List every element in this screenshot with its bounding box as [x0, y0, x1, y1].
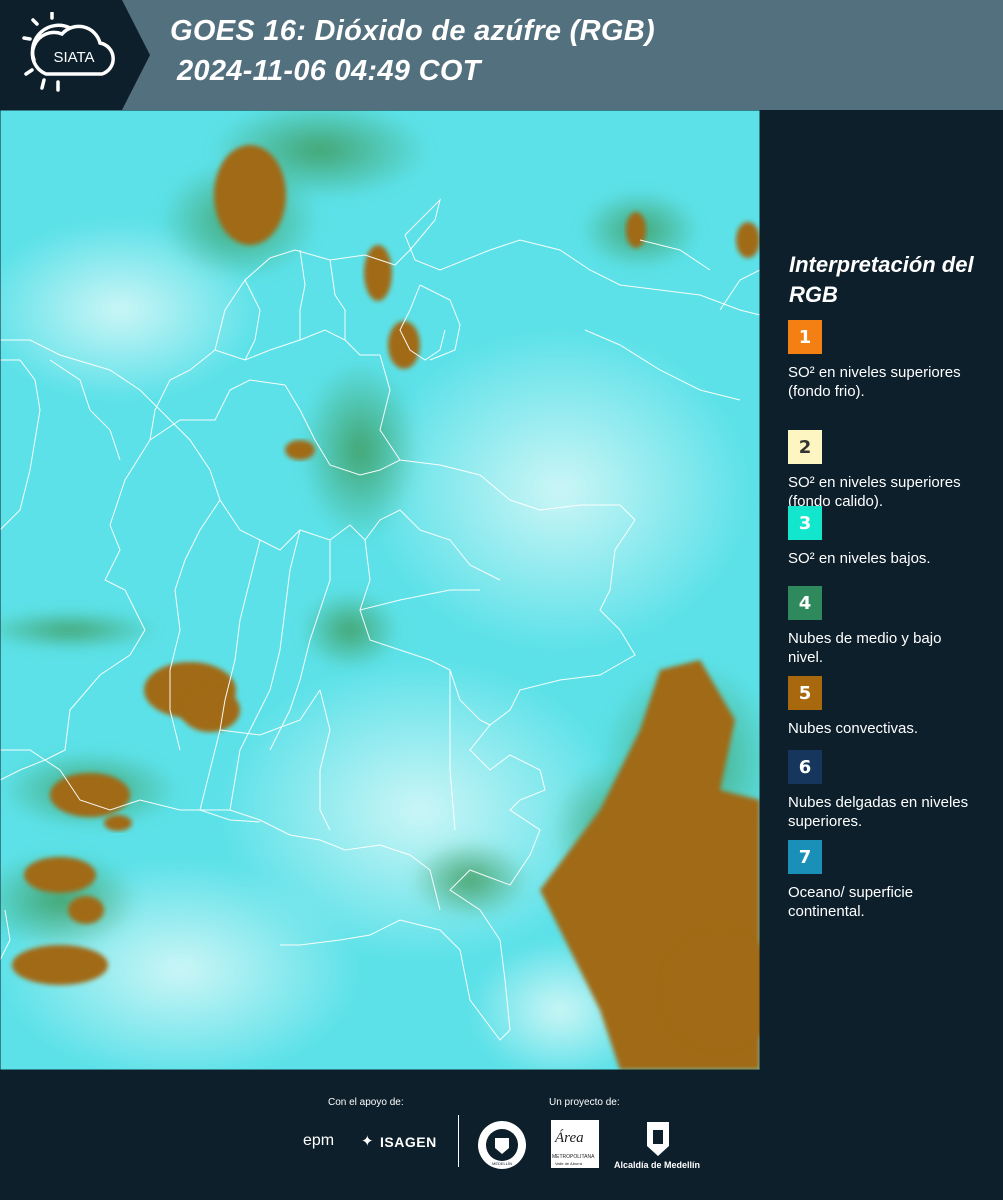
legend-item: 1 SO² en niveles superiores (fondo frio). — [788, 320, 973, 401]
support-label: Con el apoyo de: — [328, 1097, 404, 1108]
legend-swatch: 6 — [788, 750, 822, 784]
legend-swatch: 5 — [788, 676, 822, 710]
isagen-logo: ISAGEN — [380, 1134, 437, 1150]
legend-item: 7 Oceano/ superficie continental. — [788, 840, 973, 921]
legend-swatch: 7 — [788, 840, 822, 874]
footer: Con el apoyo de: Un proyecto de: epm ✦ I… — [0, 1070, 1003, 1200]
legend-item-label: Oceano/ superficie continental. — [788, 884, 914, 920]
legend-swatch: 3 — [788, 506, 822, 540]
svg-text:MEDELLÍN: MEDELLÍN — [492, 1161, 512, 1166]
siata-logo-text: SIATA — [53, 49, 94, 66]
isagen-icon: ✦ — [361, 1133, 374, 1150]
epm-logo: epm — [303, 1132, 335, 1149]
siata-logo-icon: SIATA — [22, 12, 115, 92]
header-bar: SIATA GOES 16: Dióxido de azúfre (RGB) 2… — [0, 0, 1003, 110]
page-title: GOES 16: Dióxido de azúfre (RGB) — [170, 15, 655, 47]
legend-item: 5 Nubes convectivas. — [788, 676, 973, 738]
alcaldia-shield-icon — [647, 1122, 669, 1156]
legend-item: 6 Nubes delgadas en niveles superiores. — [788, 750, 973, 831]
satellite-map — [0, 110, 760, 1070]
legend-item-label: SO² en niveles superiores (fondo frio). — [788, 364, 961, 400]
page-timestamp: 2024-11-06 04:49 COT — [177, 55, 481, 87]
legend-swatch: 1 — [788, 320, 822, 354]
area-metropolitana-logo: Área METROPOLITANA Valle de Aburrá — [551, 1120, 599, 1168]
legend-item: 4 Nubes de medio y bajo nivel. — [788, 586, 973, 667]
medellin-seal-icon: MEDELLÍN — [478, 1121, 526, 1169]
legend-item: 3 SO² en niveles bajos. — [788, 506, 973, 568]
legend-item: 2 SO² en niveles superiores (fondo calido… — [788, 430, 973, 511]
legend-swatch: 4 — [788, 586, 822, 620]
legend-item-label: Nubes de medio y bajo nivel. — [788, 630, 942, 666]
project-label: Un proyecto de: — [549, 1097, 620, 1108]
footer-divider — [458, 1115, 459, 1167]
legend-item-label: Nubes convectivas. — [788, 720, 919, 737]
legend-swatch: 2 — [788, 430, 822, 464]
legend-title: Interpretación del RGB — [789, 252, 974, 307]
alcaldia-label: Alcaldía de Medellín — [614, 1160, 701, 1170]
legend-panel: Interpretación del RGB 1 SO² en niveles s… — [760, 110, 1003, 1070]
legend-item-label: Nubes delgadas en niveles superiores. — [788, 794, 969, 830]
legend-item-label: SO² en niveles bajos. — [788, 550, 931, 567]
